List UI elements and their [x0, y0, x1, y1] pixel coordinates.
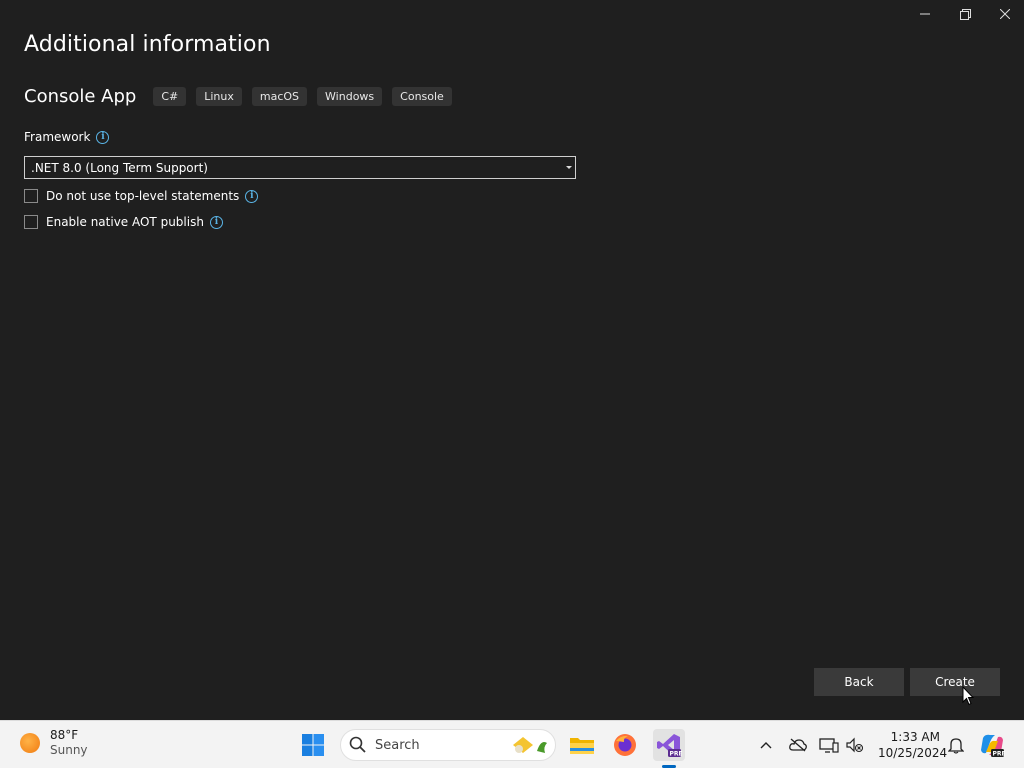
- info-icon[interactable]: i: [209, 215, 223, 229]
- cloud-offline-icon: [789, 738, 807, 752]
- framework-label-text: Framework: [24, 130, 91, 144]
- search-icon: [349, 736, 366, 753]
- top-level-statements-label: Do not use top-level statements: [46, 189, 240, 203]
- tag-console: Console: [392, 87, 452, 106]
- minimize-button[interactable]: [905, 0, 945, 28]
- top-level-statements-option[interactable]: Do not use top-level statements i: [24, 189, 259, 203]
- search-highlight-icon: [513, 737, 547, 753]
- create-button[interactable]: Create: [910, 668, 1000, 696]
- template-header: Console App C# Linux macOS Windows Conso…: [24, 86, 462, 107]
- restore-button[interactable]: [945, 0, 985, 28]
- svg-text:PRE: PRE: [993, 751, 1006, 758]
- info-icon[interactable]: i: [96, 130, 110, 144]
- close-button[interactable]: [985, 0, 1024, 28]
- chevron-down-icon: [566, 166, 572, 169]
- native-aot-checkbox[interactable]: [24, 215, 38, 229]
- volume-tray-button[interactable]: [845, 735, 865, 755]
- restore-icon: [959, 8, 971, 20]
- search-label: Search: [375, 737, 420, 753]
- speaker-muted-icon: [846, 737, 864, 753]
- display-network-icon: [819, 738, 839, 753]
- top-level-statements-checkbox[interactable]: [24, 189, 38, 203]
- framework-select-value: .NET 8.0 (Long Term Support): [31, 160, 208, 175]
- taskbar: 88°F Sunny Search PRE 1:33 AM 10/25/2024…: [0, 720, 1024, 768]
- info-icon[interactable]: i: [245, 189, 259, 203]
- tag-windows: Windows: [317, 87, 383, 106]
- firefox-icon: [614, 734, 636, 756]
- taskbar-search[interactable]: Search: [340, 729, 556, 761]
- close-icon: [1000, 9, 1010, 19]
- visual-studio-icon: PRE: [657, 734, 683, 758]
- weather-temp: 88°F: [50, 728, 79, 742]
- file-explorer-button[interactable]: [566, 729, 598, 761]
- clock-date: 10/25/2024: [878, 746, 948, 760]
- chevron-up-icon: [760, 742, 772, 749]
- firefox-button[interactable]: [609, 729, 641, 761]
- native-aot-label: Enable native AOT publish: [46, 215, 204, 229]
- additional-information-dialog: Additional information Console App C# Li…: [0, 0, 1024, 720]
- network-tray-button[interactable]: [819, 735, 839, 755]
- tag-linux: Linux: [196, 87, 242, 106]
- minimize-icon: [920, 13, 930, 15]
- tag-csharp: C#: [153, 87, 187, 106]
- page-title: Additional information: [24, 32, 271, 57]
- bell-icon: [948, 737, 964, 754]
- clock-time: 1:33 AM: [890, 730, 940, 744]
- template-name: Console App: [24, 86, 137, 107]
- show-hidden-icons-button[interactable]: [756, 735, 776, 755]
- svg-text:PRE: PRE: [670, 751, 683, 758]
- weather-widget[interactable]: 88°F Sunny: [20, 728, 88, 758]
- start-button[interactable]: [297, 729, 329, 761]
- visual-studio-preview-button[interactable]: PRE: [653, 729, 685, 761]
- framework-label: Framework i: [24, 130, 110, 144]
- native-aot-option[interactable]: Enable native AOT publish i: [24, 215, 223, 229]
- copilot-button[interactable]: PRE: [976, 729, 1008, 761]
- mouse-cursor-icon: [962, 686, 974, 706]
- windows-logo-icon: [302, 734, 324, 756]
- taskbar-clock[interactable]: 1:33 AM 10/25/2024: [878, 729, 948, 761]
- framework-select[interactable]: .NET 8.0 (Long Term Support): [24, 156, 576, 179]
- weather-condition: Sunny: [50, 743, 88, 757]
- copilot-icon: PRE: [981, 734, 1006, 758]
- back-button[interactable]: Back: [814, 668, 904, 696]
- onedrive-tray-button[interactable]: [788, 735, 808, 755]
- folder-icon: [570, 738, 594, 754]
- notifications-button[interactable]: [946, 735, 966, 755]
- sun-icon: [20, 733, 40, 753]
- tag-macos: macOS: [251, 87, 308, 106]
